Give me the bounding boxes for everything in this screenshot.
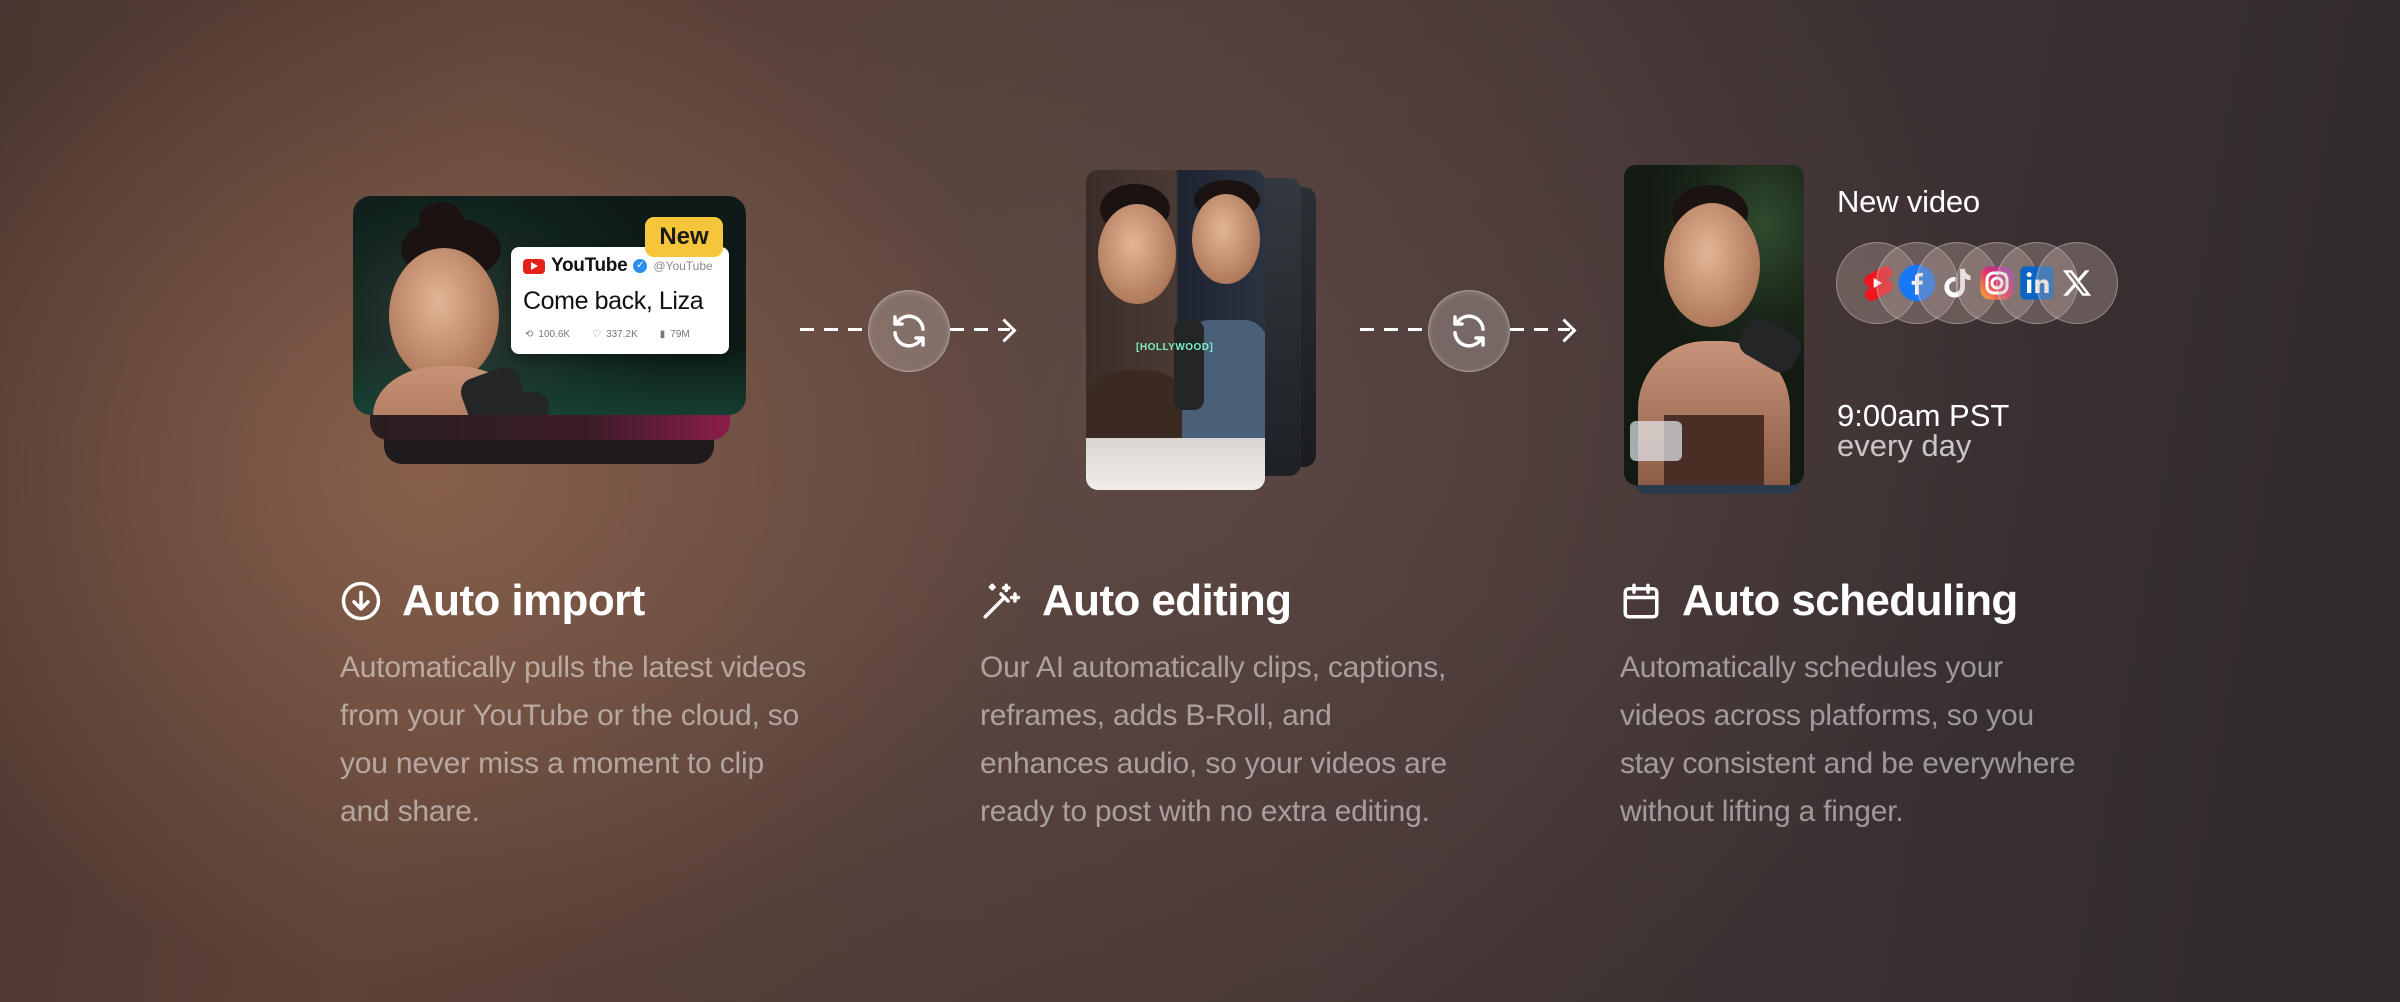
magic-wand-icon bbox=[980, 580, 1022, 622]
like-count: 337.2K bbox=[606, 329, 638, 340]
feature-title-import: Auto import bbox=[340, 576, 645, 626]
feature-title-editing: Auto editing bbox=[980, 576, 1292, 626]
arrow-right-icon bbox=[992, 318, 1017, 343]
arrow-right-icon bbox=[1552, 318, 1577, 343]
view-count: 79M bbox=[670, 329, 690, 340]
feature-title-text: Auto editing bbox=[1042, 576, 1292, 625]
auto-caption: [HOLLYWOOD] bbox=[1136, 342, 1214, 353]
sync-button[interactable] bbox=[868, 290, 950, 372]
sync-button[interactable] bbox=[1428, 290, 1510, 372]
refresh-icon bbox=[893, 314, 925, 348]
platform-icons bbox=[1836, 242, 2118, 324]
refresh-icon bbox=[1453, 314, 1485, 348]
edited-clip-thumbnail: [HOLLYWOOD] bbox=[1086, 170, 1265, 490]
scheduled-clip-thumbnail bbox=[1624, 165, 1804, 485]
feature-description-editing: Our AI automatically clips, captions, re… bbox=[980, 651, 1447, 828]
youtube-logo-icon bbox=[523, 258, 545, 274]
new-video-label: New video bbox=[1837, 184, 1980, 219]
new-badge: New bbox=[645, 217, 723, 257]
youtube-post-text: Come back, Liza bbox=[523, 287, 704, 315]
repost-count: 100.6K bbox=[538, 329, 571, 340]
dashed-connector bbox=[1360, 328, 1426, 331]
feature-title-text: Auto import bbox=[402, 576, 645, 625]
calendar-icon bbox=[1620, 580, 1662, 622]
dashed-connector bbox=[800, 328, 866, 331]
feature-title-scheduling: Auto scheduling bbox=[1620, 576, 2018, 626]
youtube-handle: @YouTube bbox=[653, 259, 713, 273]
x-icon bbox=[2036, 242, 2118, 324]
youtube-post-stats: ⟲ 100.6K ♡ 337.2K ▮ 79M bbox=[525, 329, 690, 340]
download-circle-icon bbox=[340, 580, 382, 622]
bar-chart-icon: ▮ bbox=[659, 329, 666, 340]
heart-icon: ♡ bbox=[592, 329, 602, 340]
verified-badge-icon: ✓ bbox=[633, 259, 648, 273]
youtube-channel-name: YouTube bbox=[551, 255, 628, 276]
youtube-post-card: YouTube ✓ @YouTube Come back, Liza ⟲ 100.… bbox=[511, 247, 729, 354]
repost-icon: ⟲ bbox=[525, 329, 534, 340]
schedule-frequency: every day bbox=[1837, 428, 1972, 463]
feature-description-import: Automatically pulls the latest videos fr… bbox=[340, 651, 807, 828]
feature-title-text: Auto scheduling bbox=[1682, 576, 2018, 625]
feature-description-scheduling: Automatically schedules your videos acro… bbox=[1620, 651, 2076, 828]
